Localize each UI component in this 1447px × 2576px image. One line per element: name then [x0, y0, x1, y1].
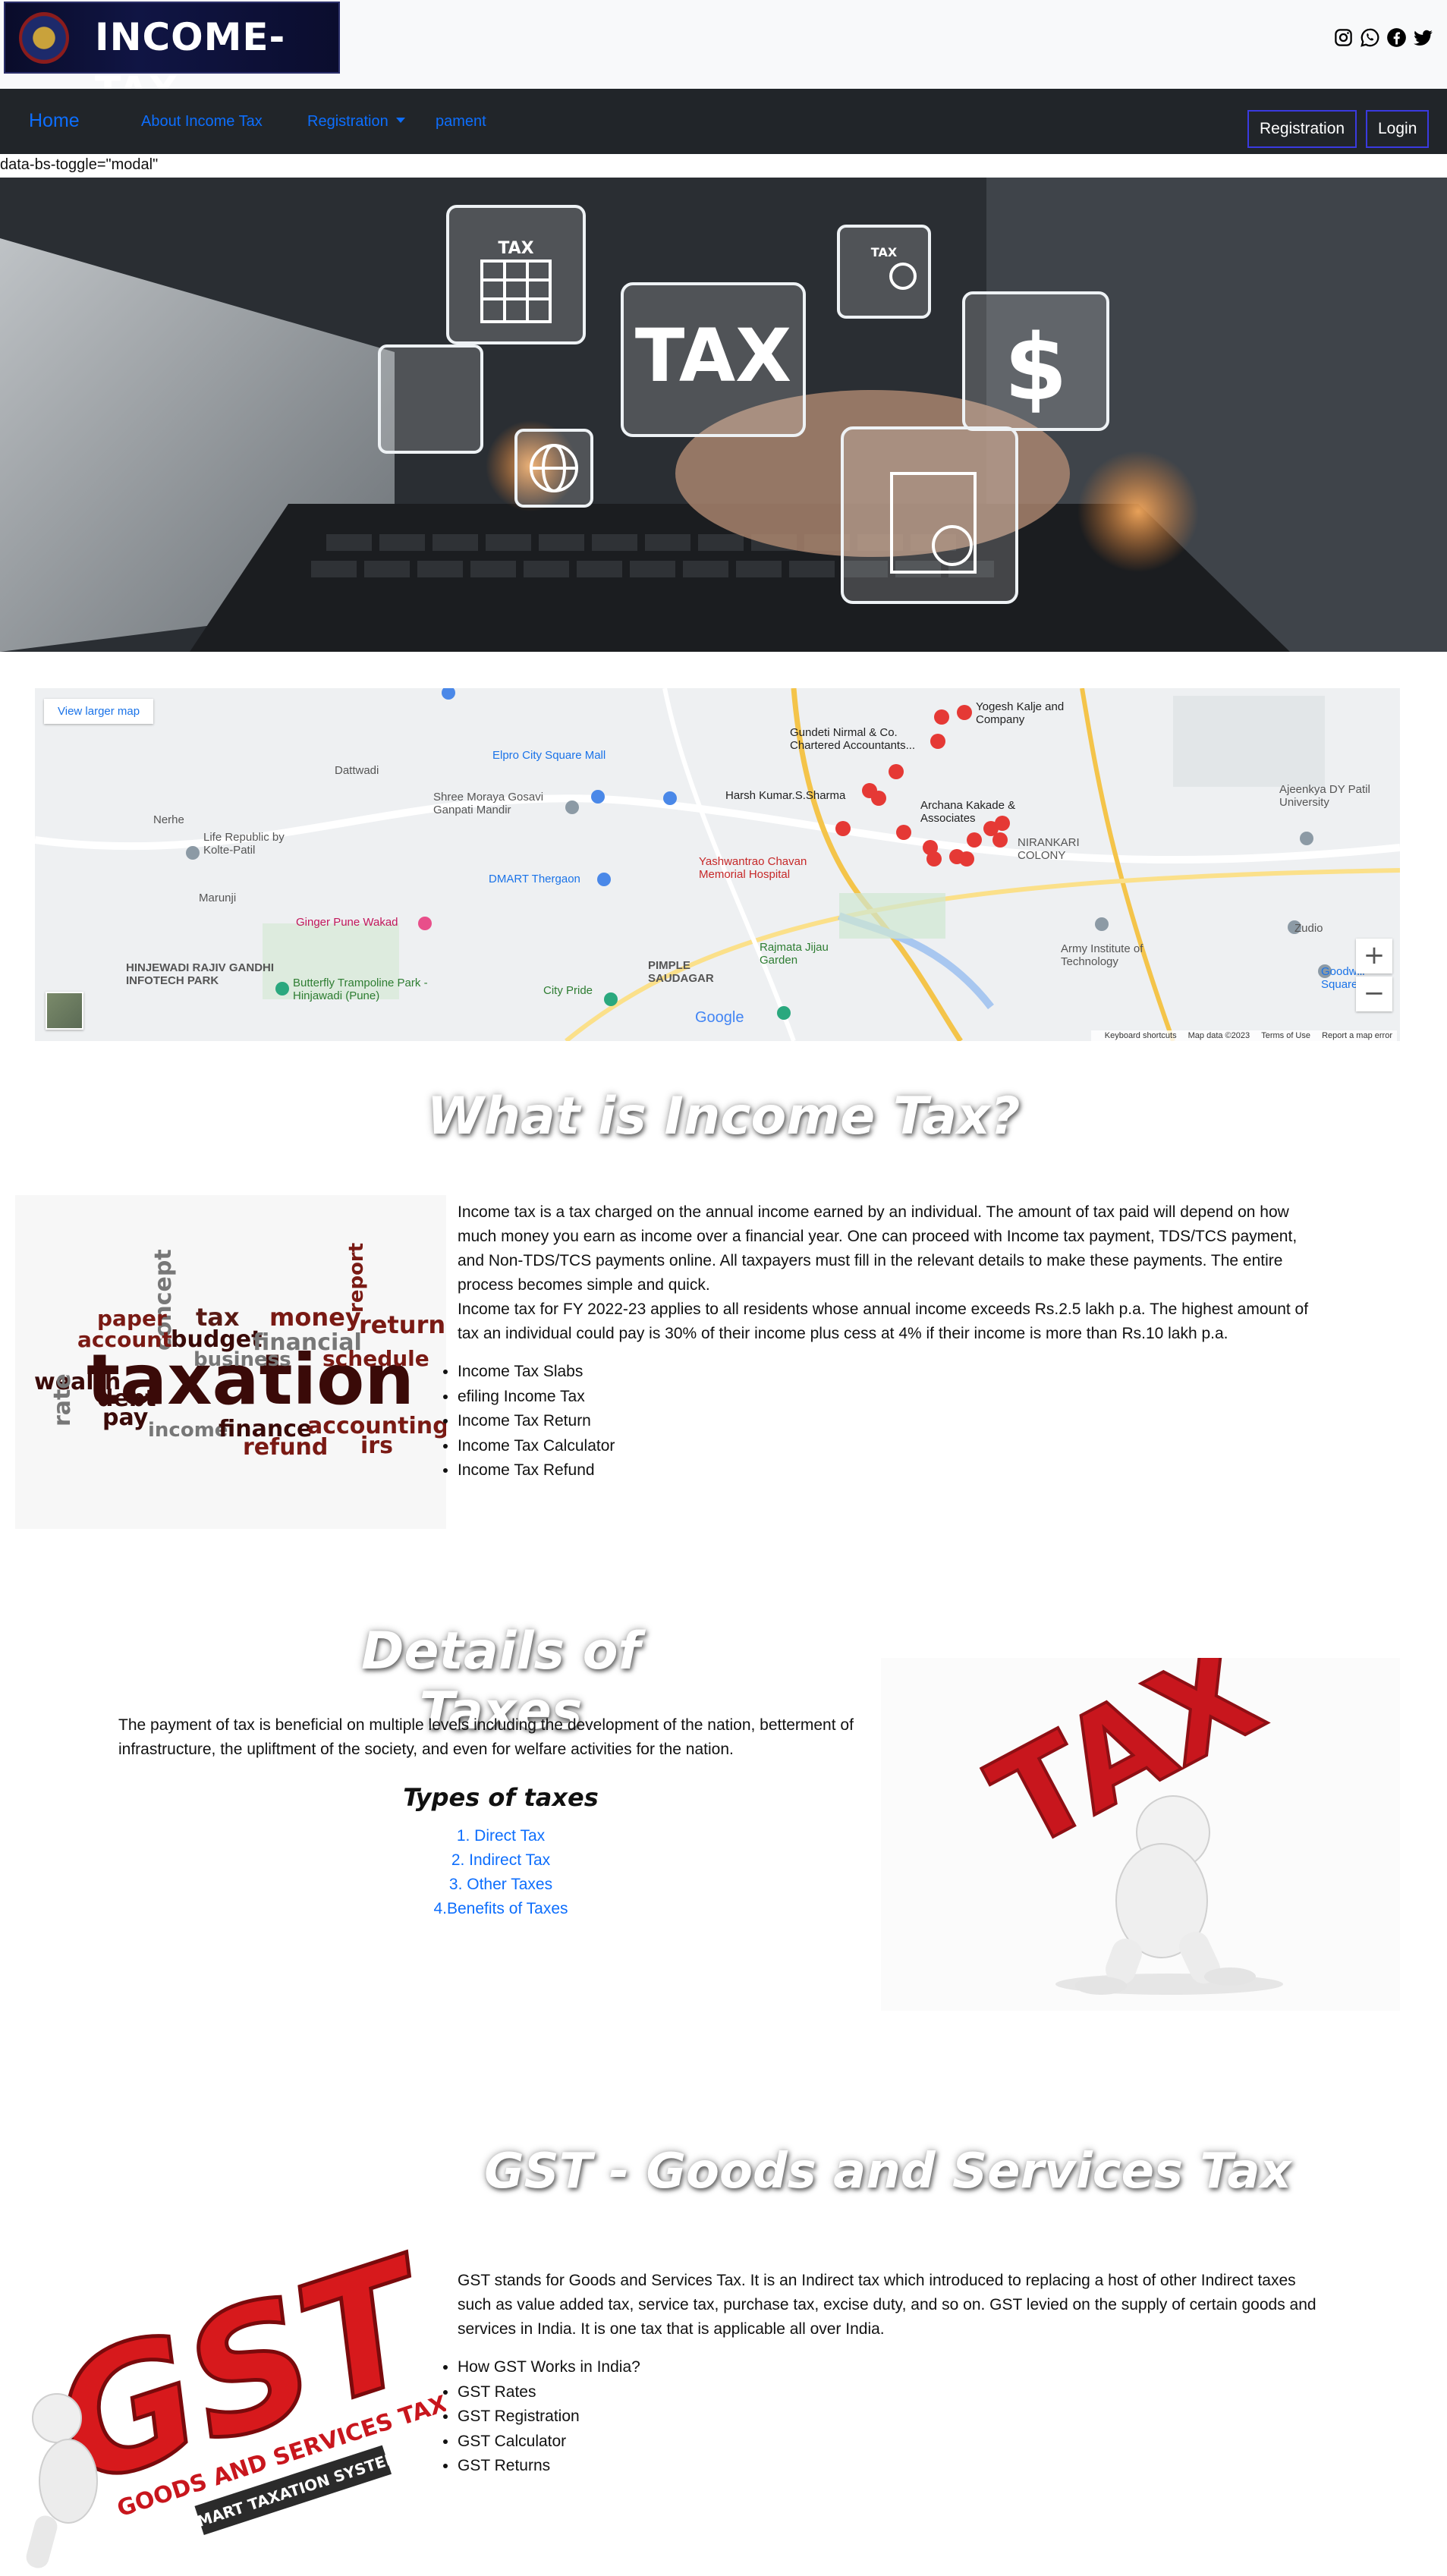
map-label: PIMPLE SAUDAGAR — [648, 959, 714, 985]
map-label: City Pride — [543, 984, 593, 997]
gst-logo-image: GST GOODS AND SERVICES TAX SMART TAXATIO… — [15, 2242, 446, 2576]
map-footer: Keyboard shortcuts Map data ©2023 Terms … — [1090, 1030, 1397, 1041]
direct-tax-link[interactable]: 1. Direct Tax — [288, 1824, 713, 1848]
taxation-word-cloud-image: taxation money tax budget financial retu… — [15, 1195, 446, 1529]
report-map-error-link[interactable]: Report a map error — [1322, 1031, 1392, 1040]
svg-text:income: income — [148, 1419, 228, 1442]
map-label: Army Institute of Technology — [1061, 942, 1143, 968]
view-larger-map-link[interactable]: View larger map — [44, 699, 154, 724]
svg-text:schedule: schedule — [322, 1346, 429, 1371]
svg-text:return: return — [359, 1310, 445, 1339]
list-item: GST Calculator — [458, 2430, 640, 2455]
svg-text:refund: refund — [243, 1434, 328, 1461]
types-of-taxes-list: 1. Direct Tax 2. Indirect Tax 3. Other T… — [288, 1824, 713, 1921]
facebook-icon[interactable] — [1386, 27, 1407, 48]
social-links — [1333, 27, 1433, 48]
map-data-text: Map data ©2023 — [1187, 1031, 1250, 1040]
other-taxes-link[interactable]: 3. Other Taxes — [288, 1873, 713, 1897]
instagram-icon[interactable] — [1333, 27, 1354, 48]
svg-text:business: business — [193, 1348, 291, 1371]
map-label: Yogesh Kalje and Company — [976, 700, 1065, 726]
map-label: Dattwadi — [335, 764, 379, 777]
satellite-toggle-button[interactable] — [46, 992, 83, 1030]
site-logo[interactable]: INCOME-TAX — [4, 2, 340, 112]
whatsapp-icon[interactable] — [1360, 27, 1380, 48]
indirect-tax-link[interactable]: 2. Indirect Tax — [288, 1848, 713, 1873]
google-logo: Google — [695, 1009, 744, 1026]
terms-of-use-link[interactable]: Terms of Use — [1261, 1031, 1310, 1040]
map-label: NIRANKARI COLONY — [1018, 836, 1080, 862]
twitter-icon[interactable] — [1413, 27, 1433, 48]
gst-illustration: GST GOODS AND SERVICES TAX SMART TAXATIO… — [15, 2242, 446, 2576]
map-label: Rajmata Jijau Garden — [760, 941, 829, 967]
hero-dollar-label: $ — [1004, 316, 1068, 421]
main-navbar: Home About Income Tax Registration pamen… — [0, 89, 1447, 154]
svg-text:rate: rate — [49, 1373, 76, 1426]
tax-figure-illustration: TAX — [881, 1658, 1400, 2011]
map-zoom-out-button[interactable]: − — [1356, 977, 1392, 1011]
nav-payment-link[interactable]: pament — [436, 113, 486, 131]
hero-tax-label-1: TAX — [498, 239, 533, 258]
benefits-of-taxes-link[interactable]: 4.Benefits of Taxes — [288, 1897, 713, 1921]
hero-illustration: TAX TAX TAX $ — [0, 178, 1447, 652]
gst-topics-list: How GST Works in India? GST Rates GST Re… — [442, 2355, 640, 2479]
list-item: Income Tax Refund — [458, 1458, 615, 1483]
income-tax-topics-list: Income Tax Slabs efiling Income Tax Inco… — [442, 1360, 615, 1483]
map-label: Yashwantrao Chavan Memorial Hospital — [699, 855, 807, 881]
map-label: Ajeenkya DY Patil University — [1279, 783, 1370, 809]
list-item: GST Rates — [458, 2380, 640, 2405]
list-item: GST Returns — [458, 2454, 640, 2479]
svg-text:account: account — [77, 1327, 172, 1352]
income-tax-title: What is Income Tax? — [426, 1087, 1021, 1146]
nav-about-link[interactable]: About Income Tax — [141, 113, 263, 131]
map-label: Archana Kakade & Associates — [920, 799, 1016, 825]
gst-paragraph: GST stands for Goods and Services Tax. I… — [458, 2272, 1316, 2338]
list-item: Income Tax Slabs — [458, 1360, 615, 1385]
top-header: INCOME-TAX — [0, 0, 1447, 112]
map-zoom-in-button[interactable]: + — [1356, 939, 1392, 973]
income-tax-description: Income tax is a tax charged on the annua… — [458, 1200, 1323, 1346]
income-tax-paragraph-2: Income tax for FY 2022-23 applies to all… — [458, 1301, 1309, 1342]
list-item: How GST Works in India? — [458, 2355, 640, 2380]
list-item: Income Tax Calculator — [458, 1434, 615, 1459]
keyboard-shortcuts-link[interactable]: Keyboard shortcuts — [1105, 1031, 1177, 1040]
map-label: Harsh Kumar.S.Sharma — [725, 789, 846, 802]
svg-text:pay: pay — [102, 1404, 149, 1431]
svg-text:report: report — [345, 1243, 368, 1313]
location-map[interactable]: View larger map Dattwadi Nerhe Life Repu… — [35, 688, 1400, 1041]
nav-home-link[interactable]: Home — [29, 110, 80, 132]
login-button[interactable]: Login — [1366, 110, 1430, 148]
map-label: DMART Thergaon — [489, 873, 580, 885]
map-label: Gundeti Nirmal & Co. Chartered Accountan… — [790, 726, 916, 752]
svg-text:irs: irs — [360, 1433, 393, 1459]
map-label: Butterfly Trampoline Park - Hinjawadi (P… — [293, 977, 428, 1002]
income-tax-paragraph-1: Income tax is a tax charged on the annua… — [458, 1203, 1298, 1294]
registration-button[interactable]: Registration — [1247, 110, 1357, 148]
map-label: Ginger Pune Wakad — [296, 916, 398, 929]
map-label: Marunji — [199, 892, 237, 904]
nav-registration-dropdown[interactable]: Registration — [307, 113, 405, 131]
map-label: HINJEWADI RAJIV GANDHI INFOTECH PARK — [126, 961, 275, 987]
types-of-taxes-heading: Types of taxes — [403, 1783, 599, 1812]
gst-title: GST - Goods and Services Tax — [484, 2144, 1291, 2200]
hero-tax-label-3: TAX — [871, 245, 898, 259]
list-item: efiling Income Tax — [458, 1385, 615, 1410]
map-label: Life Republic by Kolte-Patil — [203, 831, 285, 857]
hero-banner-image: TAX TAX TAX $ — [0, 178, 1447, 652]
map-label: Nerhe — [153, 813, 184, 826]
list-item: GST Registration — [458, 2405, 640, 2430]
emblem-icon — [19, 12, 69, 64]
stray-attribute-text: data-bs-toggle="modal" — [0, 156, 159, 173]
map-label: Elpro City Square Mall — [492, 749, 606, 762]
list-item: Income Tax Return — [458, 1409, 615, 1434]
map-label: Shree Moraya Gosavi Ganpati Mandir — [433, 791, 544, 816]
details-paragraph: The payment of tax is beneficial on mult… — [118, 1716, 854, 1758]
map-label: Zudio — [1294, 922, 1323, 935]
word-cloud-illustration: taxation money tax budget financial retu… — [15, 1195, 446, 1529]
hero-tax-label-2: TAX — [635, 313, 791, 398]
tax-burden-image: TAX — [881, 1658, 1400, 2011]
